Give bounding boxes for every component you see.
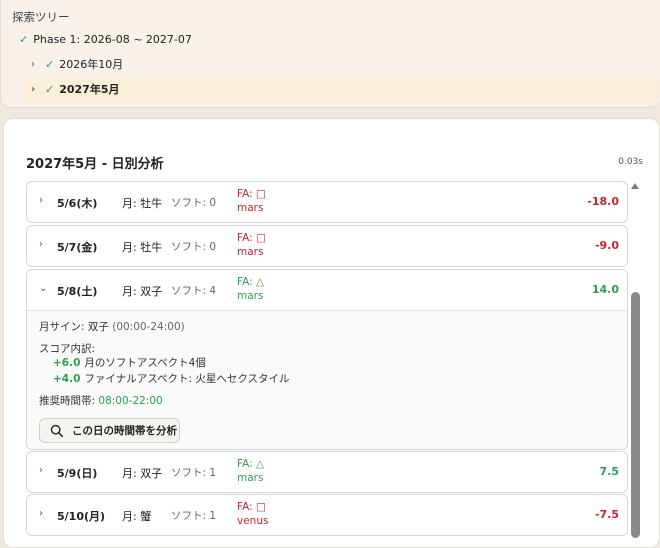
score-breakdown-title: スコア内訳: (39, 343, 96, 355)
fa-planet: mars (237, 246, 264, 258)
chevron-right-icon[interactable]: › (39, 508, 43, 519)
daily-analysis-panel: 2027年5月 - 日別分析 0.03s › 5/6(木) 月: 牡牛 ソフト:… (3, 118, 660, 548)
scrollbar-thumb[interactable] (631, 292, 640, 538)
chevron-right-icon[interactable]: › (31, 84, 41, 95)
fa-label: FA: □ (237, 188, 266, 200)
day-moon: 月: 牡牛 (122, 197, 163, 210)
day-score: -18.0 (587, 195, 619, 208)
breakdown-text: ファイナルアスペクト: 火星へセクスタイル (84, 373, 290, 385)
day-final-aspect: FA: △ mars (237, 457, 264, 485)
day-date: 5/7(金) (57, 241, 98, 254)
tree-item-2026-10[interactable]: › ✓ 2026年10月 (31, 53, 123, 75)
chevron-right-icon[interactable]: › (31, 59, 41, 70)
check-icon: ✓ (45, 57, 55, 71)
moon-sign: 月サイン: 双子 (00:00-24:00) (39, 319, 185, 334)
analyze-button-label: この日の時間帯を分析 (72, 425, 177, 437)
tree-title: 探索ツリー (12, 10, 70, 24)
day-final-aspect: FA: □ mars (237, 231, 266, 259)
day-soft: ソフト: 1 (171, 510, 217, 522)
day-score: 7.5 (599, 465, 620, 478)
tree-item-label: 2026年10月 (59, 58, 124, 71)
day-date: 5/8(土) (57, 285, 98, 298)
score-breakdown-item: +6.0 月のソフトアスペクト4個 (53, 355, 206, 370)
analyze-time-slots-button[interactable]: この日の時間帯を分析 (39, 418, 180, 443)
tree-item-label: 2027年5月 (59, 83, 120, 96)
fa-planet: venus (237, 515, 269, 527)
fa-planet: mars (237, 202, 264, 214)
fa-label: FA: □ (237, 501, 266, 513)
day-row[interactable]: › 5/9(日) 月: 双子 ソフト: 1 FA: △ mars 7.5 (26, 451, 628, 493)
breakdown-text: 月のソフトアスペクト4個 (84, 357, 206, 369)
day-final-aspect: FA: △ mars (237, 275, 264, 303)
chevron-right-icon[interactable]: › (39, 465, 43, 476)
elapsed-time: 0.03s (618, 157, 643, 167)
day-score: -7.5 (594, 508, 619, 521)
day-date: 5/6(木) (57, 197, 98, 210)
day-detail: 月サイン: 双子 (00:00-24:00) スコア内訳: +6.0 月のソフトア… (27, 310, 627, 449)
breakdown-value: +4.0 (53, 373, 81, 385)
fa-planet: mars (237, 472, 264, 484)
tree-item-phase-1[interactable]: ✓ Phase 1: 2026-08 ~ 2027-07 (19, 28, 192, 50)
fa-label: FA: □ (237, 232, 266, 244)
day-final-aspect: FA: □ venus (237, 500, 268, 528)
day-row[interactable]: › 5/6(木) 月: 牡牛 ソフト: 0 FA: □ mars -18.0 (26, 181, 628, 223)
day-row-expanded[interactable]: ⌄ 5/8(土) 月: 双子 ソフト: 4 FA: △ mars 14.0 月サ… (26, 269, 628, 450)
fa-planet: mars (237, 290, 264, 302)
chevron-down-icon[interactable]: ⌄ (39, 283, 47, 294)
day-moon: 月: 牡牛 (122, 241, 163, 254)
day-soft: ソフト: 4 (171, 285, 217, 297)
fa-label: FA: △ (237, 276, 265, 288)
day-soft: ソフト: 1 (171, 467, 217, 479)
day-row[interactable]: › 5/10(月) 月: 蟹 ソフト: 1 FA: □ venus -7.5 (26, 494, 628, 536)
day-soft: ソフト: 0 (171, 241, 217, 253)
panel-title: 2027年5月 - 日別分析 (26, 157, 164, 172)
check-icon: ✓ (45, 82, 55, 96)
chevron-right-icon[interactable]: › (39, 239, 43, 250)
day-score: -9.0 (594, 239, 619, 252)
day-moon: 月: 双子 (122, 285, 163, 298)
recommended-time-value: 08:00-22:00 (98, 395, 163, 407)
day-row[interactable]: › 5/7(金) 月: 牡牛 ソフト: 0 FA: □ mars -9.0 (26, 225, 628, 267)
day-date: 5/10(月) (57, 510, 106, 523)
tree-item-label: Phase 1: 2026-08 ~ 2027-07 (33, 32, 192, 46)
chevron-right-icon[interactable]: › (39, 195, 43, 206)
search-icon (50, 424, 64, 437)
recommended-time-label: 推奨時間帯: (39, 395, 96, 407)
day-final-aspect: FA: □ mars (237, 187, 266, 215)
recommended-time: 推奨時間帯: 08:00-22:00 (39, 393, 163, 408)
exploration-tree-panel: 探索ツリー ✓ Phase 1: 2026-08 ~ 2027-07 › ✓ 2… (0, 0, 660, 108)
tree-item-2027-05[interactable]: › ✓ 2027年5月 (23, 78, 659, 100)
score-breakdown-item: +4.0 ファイナルアスペクト: 火星へセクスタイル (53, 371, 290, 386)
day-date: 5/9(日) (57, 467, 98, 480)
moon-sign-label: 月サイン: 双子 (39, 321, 109, 333)
day-moon: 月: 蟹 (122, 510, 152, 523)
day-moon: 月: 双子 (122, 467, 163, 480)
fa-label: FA: △ (237, 458, 265, 470)
check-icon: ✓ (19, 32, 29, 46)
scroll-up-arrow[interactable] (631, 183, 639, 189)
day-score: 14.0 (591, 283, 619, 296)
breakdown-value: +6.0 (53, 357, 81, 369)
moon-sign-time: (00:00-24:00) (112, 321, 185, 333)
day-soft: ソフト: 0 (171, 197, 217, 209)
